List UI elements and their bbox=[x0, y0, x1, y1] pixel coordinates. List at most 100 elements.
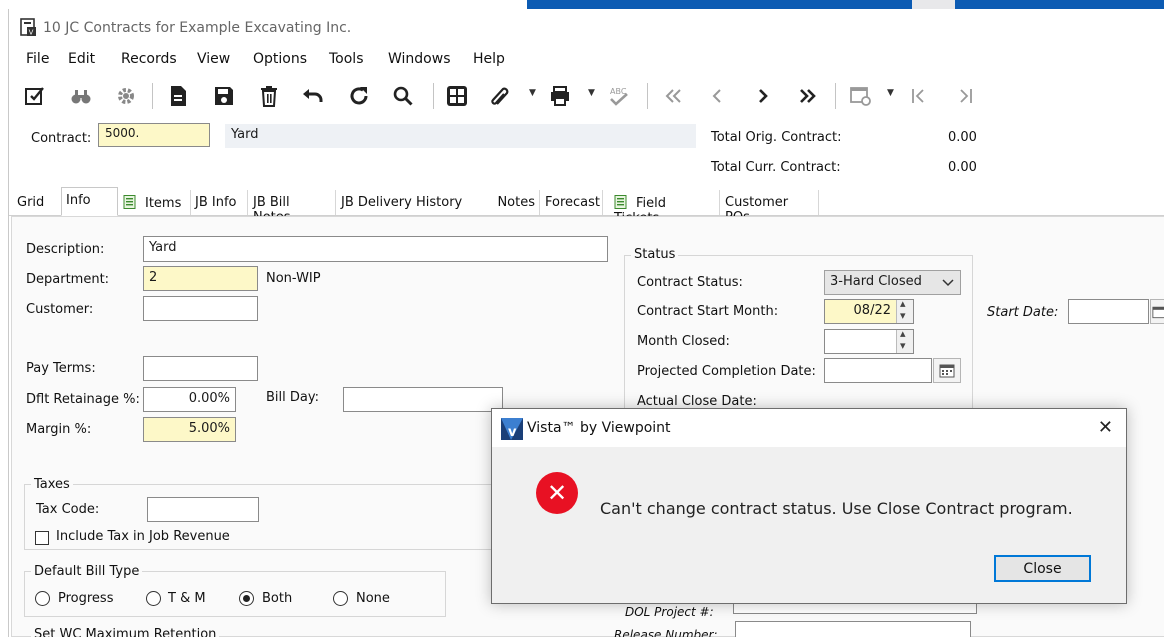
view-dropdown-icon[interactable]: ▼ bbox=[887, 88, 894, 98]
customer-label: Customer: bbox=[26, 302, 94, 317]
customer-input[interactable] bbox=[143, 296, 258, 321]
tab-forecast[interactable]: Forecast bbox=[541, 190, 603, 215]
attach-icon[interactable] bbox=[487, 82, 515, 110]
toolbar-separator bbox=[647, 83, 648, 109]
bill-type-both-radio[interactable] bbox=[239, 591, 254, 606]
print-dropdown-icon[interactable]: ▼ bbox=[588, 88, 595, 98]
dflt-retainage-input[interactable]: 0.00% bbox=[143, 387, 236, 412]
close-icon[interactable]: ✕ bbox=[1098, 417, 1113, 438]
tab-notes[interactable]: Notes bbox=[491, 190, 540, 215]
tab-info[interactable]: Info bbox=[61, 187, 118, 216]
window-title: 10 JC Contracts for Example Excavating I… bbox=[43, 20, 352, 36]
contract-status-select[interactable]: 3-Hard Closed bbox=[824, 270, 961, 295]
find-icon[interactable] bbox=[67, 82, 95, 110]
contract-input[interactable]: 5000. bbox=[98, 123, 210, 147]
background-window-edge-right bbox=[955, 0, 1164, 9]
tab-grid[interactable]: Grid bbox=[13, 190, 64, 215]
svg-text:ABC: ABC bbox=[610, 87, 627, 96]
tab-jb-delivery-history[interactable]: JB Delivery History bbox=[337, 190, 492, 215]
error-dialog: v Vista™ by Viewpoint ✕ ✕ Can't change c… bbox=[491, 408, 1127, 604]
svg-text:V: V bbox=[29, 29, 34, 37]
last-record-icon[interactable] bbox=[794, 82, 822, 110]
tab-label: JB Delivery History bbox=[341, 195, 463, 210]
description-input[interactable]: Yard bbox=[143, 236, 608, 262]
menu-records[interactable]: Records bbox=[121, 51, 177, 67]
tab-customer-pos[interactable]: Customer POs bbox=[721, 190, 819, 225]
chevron-down-icon bbox=[942, 279, 954, 287]
new-record-icon[interactable] bbox=[164, 82, 192, 110]
month-closed-input[interactable] bbox=[824, 327, 914, 354]
attach-dropdown-icon[interactable]: ▼ bbox=[529, 88, 536, 98]
bill-type-none-label: None bbox=[356, 591, 390, 606]
dialog-body: ✕ Can't change contract status. Use Clos… bbox=[492, 447, 1126, 603]
tax-code-input[interactable] bbox=[147, 497, 259, 522]
start-month-spinner[interactable] bbox=[896, 297, 913, 323]
start-date-label: Start Date: bbox=[987, 305, 1059, 320]
menu-view[interactable]: View bbox=[197, 51, 230, 67]
menu-edit[interactable]: Edit bbox=[68, 51, 95, 67]
contract-label: Contract: bbox=[31, 131, 92, 146]
wc-max-retention-title: Set WC Maximum Retention bbox=[31, 627, 220, 637]
toolbar: ▼ ▼ ABC ▼ bbox=[9, 79, 1164, 113]
release-number-input[interactable] bbox=[735, 621, 971, 637]
svg-text:v: v bbox=[508, 425, 517, 440]
bill-type-progress-radio[interactable] bbox=[35, 591, 50, 606]
department-label: Department: bbox=[26, 272, 110, 287]
pay-terms-input[interactable] bbox=[143, 356, 258, 381]
menu-windows[interactable]: Windows bbox=[388, 51, 451, 67]
last-page-icon[interactable] bbox=[952, 82, 980, 110]
edit-icon[interactable] bbox=[21, 82, 49, 110]
margin-input[interactable]: 5.00% bbox=[143, 417, 236, 442]
actual-close-date-label: Actual Close Date: bbox=[637, 394, 757, 409]
tab-label: Grid bbox=[17, 195, 45, 210]
title-bar: V 10 JC Contracts for Example Excavating… bbox=[9, 9, 1164, 47]
calendar-icon[interactable] bbox=[1150, 299, 1164, 324]
tab-items[interactable]: Items bbox=[119, 190, 191, 215]
projected-completion-input[interactable] bbox=[824, 358, 932, 383]
grid-icon[interactable] bbox=[443, 82, 471, 110]
next-record-icon[interactable] bbox=[749, 82, 777, 110]
previous-record-icon[interactable] bbox=[703, 82, 731, 110]
menu-help[interactable]: Help bbox=[473, 51, 505, 67]
start-month-label: Contract Start Month: bbox=[637, 304, 779, 319]
bill-type-both-label: Both bbox=[262, 591, 293, 606]
tax-code-label: Tax Code: bbox=[36, 502, 100, 517]
settings-icon[interactable] bbox=[112, 82, 140, 110]
first-page-icon[interactable] bbox=[904, 82, 932, 110]
contract-description: Yard bbox=[225, 124, 696, 148]
department-input[interactable]: 2 bbox=[143, 266, 258, 291]
menu-options[interactable]: Options bbox=[253, 51, 307, 67]
error-icon: ✕ bbox=[536, 472, 578, 514]
menu-tools[interactable]: Tools bbox=[329, 51, 364, 67]
background-desktop-strip bbox=[0, 0, 1164, 9]
bill-type-tm-radio[interactable] bbox=[146, 591, 161, 606]
refresh-icon[interactable] bbox=[345, 82, 373, 110]
tab-jb-info[interactable]: JB Info bbox=[191, 190, 248, 215]
include-tax-checkbox[interactable] bbox=[35, 531, 49, 545]
bill-type-tm-label: T & M bbox=[168, 591, 206, 606]
save-icon[interactable] bbox=[210, 82, 238, 110]
default-bill-type-title: Default Bill Type bbox=[31, 564, 143, 579]
bill-day-input[interactable] bbox=[343, 387, 503, 412]
tab-jb-bill-notes[interactable]: JB Bill Notes bbox=[249, 190, 336, 225]
bill-day-label: Bill Day: bbox=[266, 390, 319, 405]
app-form-icon: V bbox=[20, 18, 36, 37]
toolbar-separator bbox=[835, 83, 836, 109]
menu-file[interactable]: File bbox=[26, 51, 49, 67]
delete-icon[interactable] bbox=[255, 82, 283, 110]
month-closed-spinner[interactable] bbox=[896, 327, 913, 353]
view-icon[interactable] bbox=[846, 82, 874, 110]
tab-field-tickets[interactable]: Field Tickets bbox=[610, 190, 720, 226]
tab-label: JB Info bbox=[195, 195, 237, 210]
undo-icon[interactable] bbox=[299, 82, 327, 110]
bill-type-none-radio[interactable] bbox=[333, 591, 348, 606]
calendar-icon[interactable] bbox=[933, 358, 961, 383]
spellcheck-icon[interactable]: ABC bbox=[605, 82, 633, 110]
start-month-value: 08/22 bbox=[853, 303, 891, 318]
start-month-input[interactable]: 08/22 bbox=[824, 297, 914, 324]
start-date-input[interactable] bbox=[1068, 299, 1149, 324]
search-icon[interactable] bbox=[389, 82, 417, 110]
print-icon[interactable] bbox=[546, 82, 574, 110]
close-button[interactable]: Close bbox=[994, 555, 1091, 582]
first-record-icon[interactable] bbox=[659, 82, 687, 110]
